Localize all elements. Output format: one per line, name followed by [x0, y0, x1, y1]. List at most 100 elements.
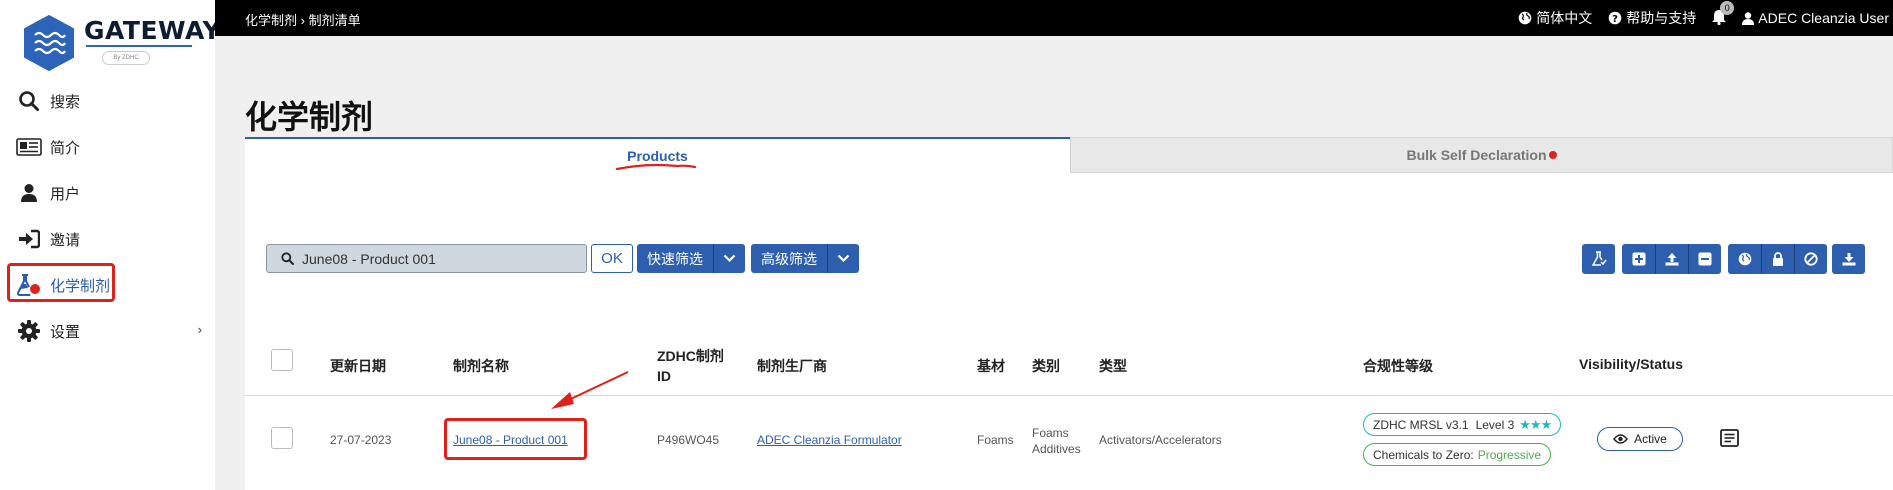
- cell-category-line2: Additives: [1032, 442, 1081, 456]
- gateway-logo-icon: [24, 15, 74, 71]
- breadcrumb-root[interactable]: 化学制剂: [245, 13, 297, 28]
- status-active-button[interactable]: Active: [1597, 427, 1683, 451]
- cell-zdhc-id: P496WO45: [657, 433, 720, 447]
- cell-type: Activators/Accelerators: [1099, 433, 1222, 447]
- status-label: Active: [1634, 432, 1667, 446]
- column-header-zdhc-id[interactable]: ZDHC制剂 ID: [657, 346, 724, 386]
- cell-category-line1: Foams: [1032, 426, 1069, 440]
- id-card-icon: [14, 138, 44, 156]
- highlight-annotation-sidebar: [7, 263, 115, 302]
- globe-icon: [1738, 252, 1751, 266]
- eye-icon: [1613, 434, 1629, 444]
- language-label: 简体中文: [1536, 10, 1593, 26]
- advanced-filter-button[interactable]: 高级筛选: [751, 244, 827, 273]
- breadcrumb-current: 制剂清单: [308, 13, 361, 28]
- user-icon: [1742, 11, 1755, 25]
- advanced-filter-toggle[interactable]: [827, 244, 859, 273]
- tab-label: Bulk Self Declaration: [1406, 147, 1547, 163]
- search-ok-button[interactable]: OK: [591, 244, 633, 273]
- sidebar-item-profile[interactable]: 简介: [8, 127, 208, 167]
- cell-category: Foams Additives: [1032, 425, 1081, 457]
- brand-name: GATEWAY: [84, 16, 222, 45]
- notification-dot: [1548, 151, 1557, 159]
- help-label: 帮助与支持: [1626, 10, 1697, 26]
- sidebar-item-users[interactable]: 用户: [8, 173, 208, 213]
- sidebar-item-label: 搜索: [50, 93, 81, 111]
- tab-bulk-self-declaration[interactable]: Bulk Self Declaration: [1070, 137, 1893, 173]
- column-header-updated[interactable]: 更新日期: [330, 356, 386, 376]
- search-icon: [14, 90, 44, 112]
- question-icon: ?: [1608, 11, 1622, 25]
- column-header-manufacturer[interactable]: 制剂生厂商: [757, 356, 827, 376]
- column-header-name[interactable]: 制剂名称: [453, 356, 509, 376]
- sidebar-item-search[interactable]: 搜索: [8, 81, 208, 121]
- tab-products[interactable]: Products: [245, 137, 1070, 173]
- manufacturer-link[interactable]: ADEC Cleanzia Formulator: [757, 433, 902, 447]
- tab-bar: Products Bulk Self Declaration: [245, 137, 1893, 173]
- select-all-checkbox[interactable]: [271, 349, 293, 371]
- upload-button[interactable]: [1655, 244, 1688, 274]
- gateway-logo[interactable]: GATEWAY By ZDHC: [20, 14, 221, 74]
- top-bar: 化学制剂 › 制剂清单 简体中文 ? 帮助与支持 0 ADEC Cleanzia…: [215, 0, 1893, 36]
- details-button[interactable]: [1720, 429, 1739, 452]
- svg-text:?: ?: [1612, 14, 1618, 25]
- star-rating-icon: ★★★: [1519, 416, 1552, 432]
- table-header-divider: [245, 395, 1893, 396]
- search-field[interactable]: [266, 244, 587, 273]
- advanced-filter-dropdown: 高级筛选: [751, 244, 859, 273]
- gear-icon: [14, 320, 44, 342]
- download-button[interactable]: [1832, 244, 1865, 274]
- ctz-value: Progressive: [1477, 447, 1542, 462]
- search-input[interactable]: [302, 250, 572, 267]
- page-title: 化学制剂: [245, 99, 374, 135]
- highlight-annotation-product: [444, 418, 587, 460]
- user-menu[interactable]: ADEC Cleanzia User: [1742, 10, 1889, 26]
- help-link[interactable]: ? 帮助与支持: [1608, 8, 1696, 28]
- quick-filter-toggle[interactable]: [713, 244, 745, 273]
- column-header-type[interactable]: 类型: [1099, 356, 1127, 376]
- private-visibility-button[interactable]: [1761, 244, 1794, 274]
- quick-filter-button[interactable]: 快速筛选: [637, 244, 713, 273]
- lock-icon: [1773, 252, 1783, 266]
- mrsl-level-badge: ZDHC MRSL v3.1 Level 3 ★★★: [1363, 413, 1562, 436]
- column-header-compliance[interactable]: 合规性等级: [1363, 356, 1433, 376]
- mrsl-prefix: ZDHC MRSL v3.1: [1373, 417, 1469, 432]
- user-name: ADEC Cleanzia User: [1758, 10, 1889, 26]
- user-icon: [14, 183, 44, 203]
- column-header-category[interactable]: 类别: [1032, 356, 1060, 376]
- remove-product-button[interactable]: [1688, 244, 1721, 274]
- chevron-down-icon: [723, 254, 736, 263]
- ctz-level-badge: Chemicals to Zero: Progressive: [1363, 443, 1552, 466]
- search-icon: [281, 252, 294, 265]
- globe-icon: [1518, 11, 1532, 25]
- sidebar: GATEWAY By ZDHC 搜索 简介 用户 邀请 化学制剂 设置 ›: [0, 0, 221, 490]
- document-list-icon: [1720, 429, 1739, 447]
- quick-filter-dropdown: 快速筛选: [637, 244, 745, 273]
- column-header-visibility[interactable]: Visibility/Status: [1579, 356, 1683, 372]
- deactivate-button[interactable]: [1794, 244, 1827, 274]
- ctz-prefix: Chemicals to Zero:: [1373, 447, 1474, 462]
- sign-in-icon: [14, 229, 44, 249]
- flask-icon: [1591, 251, 1607, 266]
- language-selector[interactable]: 简体中文: [1518, 8, 1592, 28]
- brand-underline: [86, 45, 192, 47]
- ban-icon: [1804, 252, 1818, 266]
- column-header-substrate[interactable]: 基材: [977, 356, 1005, 376]
- sidebar-item-invite[interactable]: 邀请: [8, 219, 208, 259]
- cell-updated: 27-07-2023: [330, 433, 392, 447]
- plus-square-icon: [1632, 252, 1645, 266]
- formulator-button[interactable]: [1582, 244, 1615, 274]
- mrsl-level: Level 3: [1475, 417, 1515, 432]
- sidebar-item-label: 邀请: [50, 231, 81, 249]
- notifications-button[interactable]: 0: [1712, 0, 1735, 28]
- add-product-button[interactable]: [1622, 244, 1655, 274]
- column-header-zdhc-id-line1: ZDHC制剂: [657, 348, 724, 364]
- chevron-down-icon: [837, 254, 850, 263]
- public-visibility-button[interactable]: [1728, 244, 1761, 274]
- notifications-badge: 0: [1720, 0, 1735, 15]
- tab-label: Products: [627, 148, 688, 164]
- upload-icon: [1665, 253, 1679, 266]
- sidebar-item-settings[interactable]: 设置 ›: [8, 311, 208, 351]
- row-checkbox[interactable]: [271, 427, 293, 449]
- column-header-zdhc-id-line2: ID: [657, 368, 671, 384]
